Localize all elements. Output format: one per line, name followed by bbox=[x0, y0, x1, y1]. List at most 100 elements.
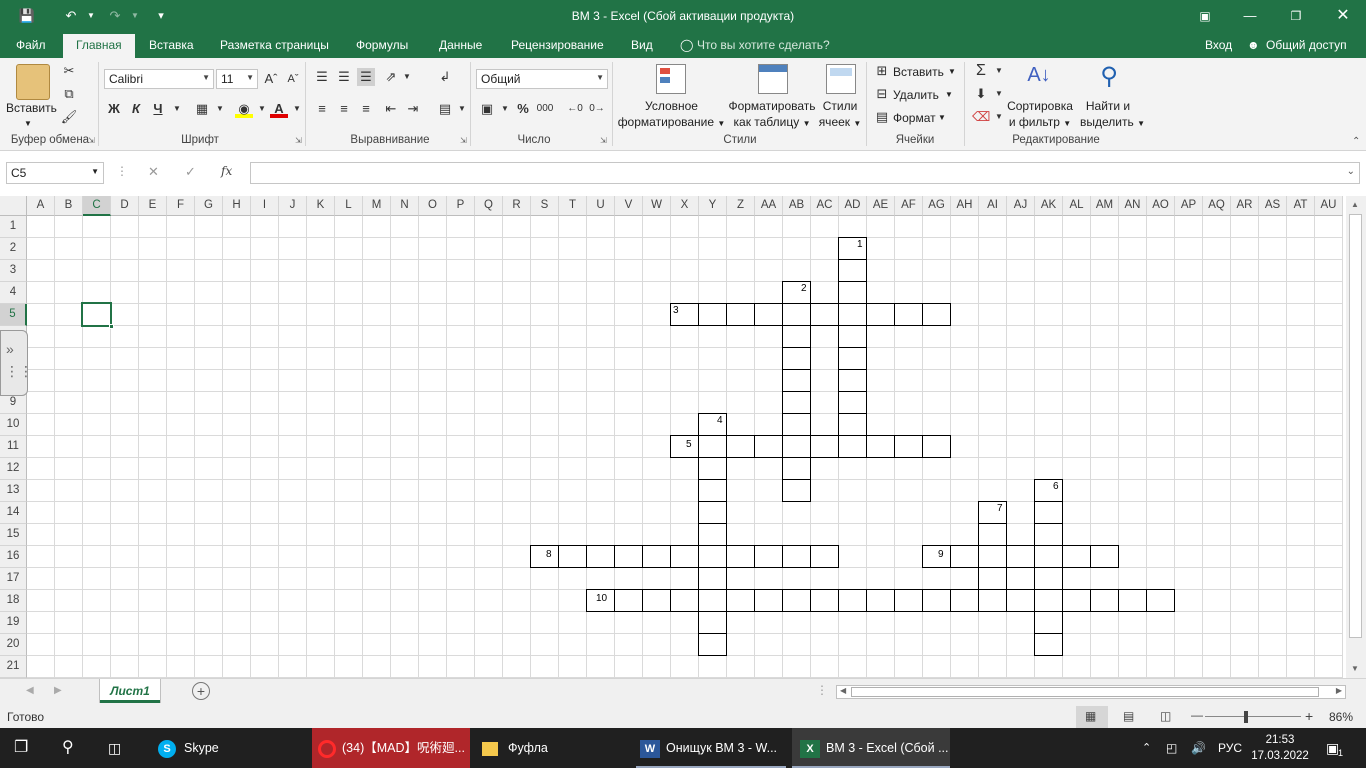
column-header[interactable]: U bbox=[587, 196, 615, 216]
column-header[interactable]: G bbox=[195, 196, 223, 216]
decrease-indent-icon[interactable]: ⇤ bbox=[382, 100, 400, 118]
tab-formulas[interactable]: Формулы bbox=[356, 38, 408, 52]
crossword-cell[interactable] bbox=[698, 457, 727, 480]
crossword-cell[interactable] bbox=[670, 589, 699, 612]
show-hidden-icons-icon[interactable]: ⌃ bbox=[1142, 728, 1151, 768]
underline-dropdown-icon[interactable]: ▼ bbox=[168, 100, 186, 118]
crossword-cell[interactable] bbox=[838, 325, 867, 348]
crossword-cell[interactable] bbox=[1034, 567, 1063, 590]
align-middle-icon[interactable]: ☰ bbox=[335, 68, 353, 86]
merge-dropdown-icon[interactable]: ▼ bbox=[453, 100, 471, 118]
column-header[interactable]: I bbox=[251, 196, 279, 216]
sort-filter-label-2[interactable]: и фильтр ▼ bbox=[1004, 114, 1076, 132]
font-name-select[interactable]: Calibri ▼ bbox=[104, 69, 214, 89]
copy-icon[interactable]: ⧉ bbox=[60, 85, 78, 103]
align-right-icon[interactable]: ≡ bbox=[357, 100, 375, 118]
column-header[interactable]: AM bbox=[1091, 196, 1119, 216]
taskbar-word[interactable]: W Онищук ВМ 3 - W... bbox=[632, 728, 790, 768]
crossword-cell[interactable] bbox=[838, 589, 867, 612]
crossword-cell[interactable] bbox=[1006, 589, 1035, 612]
sheet-tab-list1[interactable]: Лист1 bbox=[100, 679, 160, 703]
crossword-cell[interactable] bbox=[1090, 545, 1119, 568]
crossword-cell[interactable] bbox=[1118, 589, 1147, 612]
column-header[interactable]: AG bbox=[923, 196, 951, 216]
crossword-cell[interactable] bbox=[782, 435, 811, 458]
align-top-icon[interactable]: ☰ bbox=[313, 68, 331, 86]
crossword-cell[interactable] bbox=[782, 545, 811, 568]
conditional-formatting-label-2[interactable]: форматирование ▼ bbox=[614, 114, 729, 132]
borders-icon[interactable]: ▦ bbox=[193, 100, 211, 118]
dialog-launcher-icon[interactable]: ⇲ bbox=[460, 136, 467, 145]
crossword-cell[interactable] bbox=[698, 479, 727, 502]
borders-dropdown-icon[interactable]: ▼ bbox=[211, 100, 229, 118]
volume-icon[interactable]: 🔊 bbox=[1191, 728, 1206, 768]
decrease-decimal-icon[interactable]: 0→ bbox=[588, 100, 606, 118]
row-header[interactable]: 2 bbox=[0, 238, 27, 260]
paste-icon[interactable] bbox=[16, 64, 50, 100]
column-header[interactable]: A bbox=[27, 196, 55, 216]
column-header[interactable]: Y bbox=[699, 196, 727, 216]
format-cells-icon[interactable]: ▤ bbox=[873, 108, 891, 126]
column-header[interactable]: S bbox=[531, 196, 559, 216]
scroll-left-icon[interactable]: ◀ bbox=[840, 686, 846, 695]
crossword-cell[interactable] bbox=[754, 545, 783, 568]
zoom-slider-thumb[interactable] bbox=[1244, 711, 1248, 723]
crossword-cell[interactable] bbox=[810, 589, 839, 612]
tab-file[interactable]: Файл bbox=[16, 38, 46, 52]
crossword-cell[interactable] bbox=[782, 479, 811, 502]
column-header[interactable]: W bbox=[643, 196, 671, 216]
crossword-cell[interactable] bbox=[726, 303, 755, 326]
clock[interactable]: 21:53 17.03.2022 bbox=[1250, 728, 1310, 768]
crossword-cell[interactable] bbox=[782, 413, 811, 436]
task-view-icon[interactable]: ◫ bbox=[108, 728, 121, 768]
scroll-up-icon[interactable]: ▲ bbox=[1351, 200, 1359, 209]
cell-styles-icon[interactable] bbox=[826, 64, 856, 94]
column-header[interactable]: AT bbox=[1287, 196, 1315, 216]
align-bottom-icon[interactable]: ☰ bbox=[357, 68, 375, 86]
scroll-down-icon[interactable]: ▼ bbox=[1351, 664, 1359, 673]
dialog-launcher-icon[interactable]: ⇲ bbox=[600, 136, 607, 145]
crossword-cell[interactable] bbox=[810, 303, 839, 326]
column-header[interactable]: X bbox=[671, 196, 699, 216]
crossword-cell[interactable] bbox=[670, 435, 699, 458]
crossword-cell[interactable] bbox=[894, 303, 923, 326]
expand-formula-bar-icon[interactable]: ⌄ bbox=[1347, 166, 1355, 177]
row-header[interactable]: 1 bbox=[0, 216, 27, 238]
column-header[interactable]: T bbox=[559, 196, 587, 216]
accounting-dropdown-icon[interactable]: ▼ bbox=[496, 100, 514, 118]
crossword-cell[interactable] bbox=[838, 413, 867, 436]
crossword-cell[interactable] bbox=[1034, 501, 1063, 524]
row-header[interactable]: 11 bbox=[0, 436, 27, 458]
paste-dropdown-icon[interactable]: ▼ bbox=[24, 116, 32, 132]
crossword-cell[interactable] bbox=[1034, 633, 1063, 656]
windows-start-icon[interactable]: ❐ bbox=[14, 728, 28, 768]
crossword-cell[interactable] bbox=[698, 611, 727, 634]
formula-input[interactable]: ⌄ bbox=[250, 162, 1360, 184]
insert-cells-button[interactable]: Вставить bbox=[893, 64, 944, 80]
percent-button[interactable]: % bbox=[514, 100, 532, 118]
crossword-cell[interactable] bbox=[838, 281, 867, 304]
crossword-cell[interactable] bbox=[754, 303, 783, 326]
crossword-cell[interactable] bbox=[894, 435, 923, 458]
column-header[interactable]: P bbox=[447, 196, 475, 216]
crossword-cell[interactable] bbox=[838, 435, 867, 458]
crossword-cell[interactable] bbox=[698, 567, 727, 590]
bold-button[interactable]: Ж bbox=[105, 100, 123, 118]
align-center-icon[interactable]: ≡ bbox=[335, 100, 353, 118]
tab-review[interactable]: Рецензирование bbox=[511, 38, 604, 52]
taskbar-opera[interactable]: (34)【MAD】呪術廻... bbox=[312, 728, 470, 768]
column-header[interactable]: AE bbox=[867, 196, 895, 216]
zoom-slider[interactable] bbox=[1205, 716, 1301, 717]
format-as-table-label-1[interactable]: Форматировать bbox=[726, 98, 818, 114]
align-left-icon[interactable]: ≡ bbox=[313, 100, 331, 118]
column-header[interactable]: AJ bbox=[1007, 196, 1035, 216]
increase-font-icon[interactable]: Aˆ bbox=[262, 70, 280, 88]
accounting-format-icon[interactable]: ▣ bbox=[478, 100, 496, 118]
column-header[interactable]: AL bbox=[1063, 196, 1091, 216]
decrease-font-icon[interactable]: Aˇ bbox=[284, 70, 302, 88]
crossword-cell[interactable] bbox=[1034, 611, 1063, 634]
insert-cells-icon[interactable]: ⊞ bbox=[873, 62, 891, 80]
orientation-dropdown-icon[interactable]: ▼ bbox=[398, 68, 416, 86]
crossword-cell[interactable] bbox=[1034, 589, 1063, 612]
taskbar-folder[interactable]: Фуфла bbox=[472, 728, 630, 768]
